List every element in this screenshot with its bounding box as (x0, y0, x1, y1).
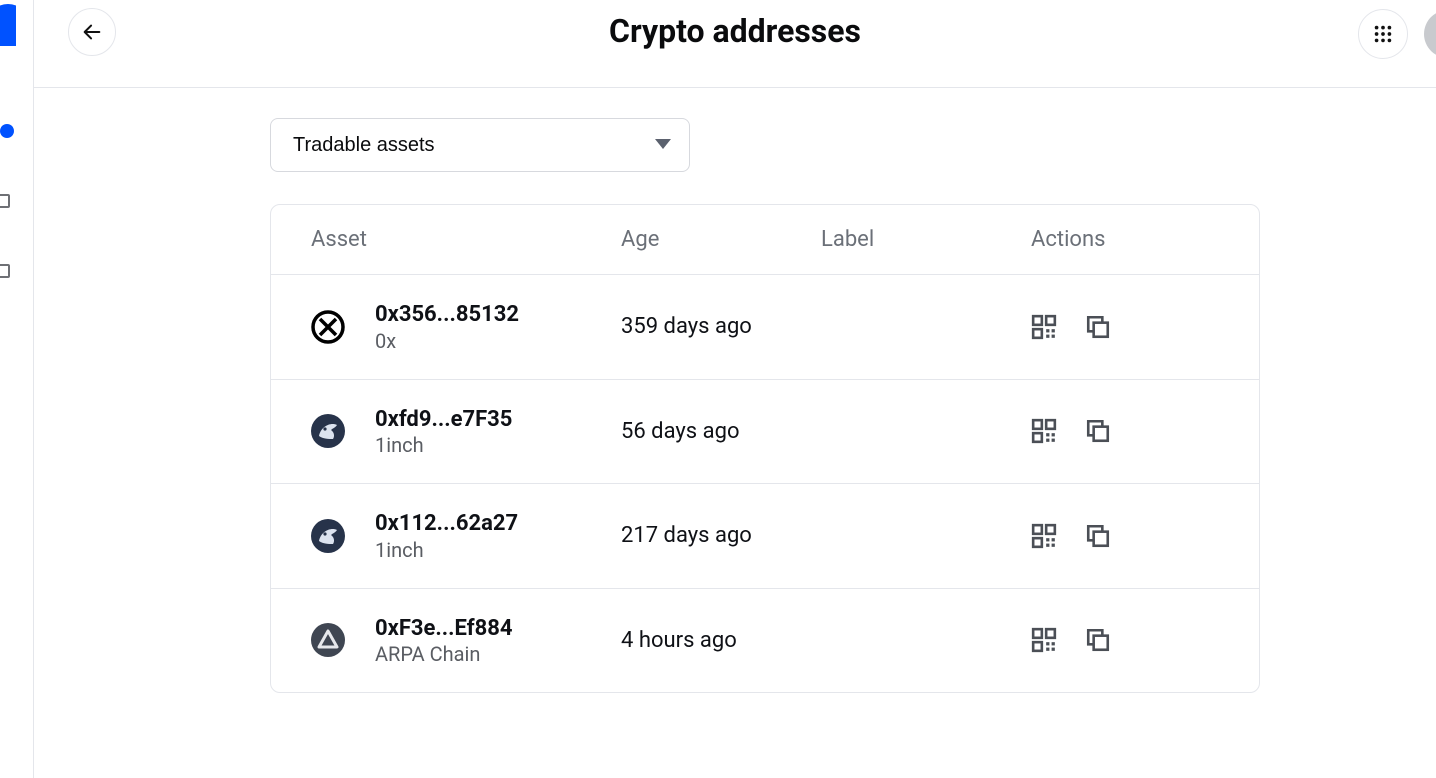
age-text: 56 days ago (621, 419, 821, 444)
age-text: 4 hours ago (621, 628, 821, 653)
coin-icon (311, 414, 345, 448)
col-age: Age (621, 227, 821, 252)
apps-menu-button[interactable] (1358, 9, 1408, 59)
qr-code-icon (1031, 314, 1057, 340)
coin-name: 0x (375, 329, 621, 353)
brand-logo-slice (0, 2, 16, 46)
avatar-slice[interactable] (1422, 6, 1436, 62)
address-text: 0xF3e...Ef884 (375, 615, 621, 643)
page-title: Crypto addresses (34, 12, 1436, 50)
coin-icon (311, 310, 345, 344)
nav-item[interactable] (0, 264, 10, 278)
nav-item-active[interactable] (0, 124, 14, 138)
table-header: Asset Age Label Actions (271, 205, 1259, 275)
col-label: Label (821, 227, 1031, 252)
copy-button[interactable] (1085, 627, 1111, 653)
qr-button[interactable] (1031, 314, 1057, 340)
address-text: 0x112...62a27 (375, 510, 621, 538)
copy-icon (1085, 314, 1111, 340)
table-row: 0x356...85132 0x 359 days ago (271, 275, 1259, 380)
table-row: 0x112...62a27 1inch 217 days ago (271, 484, 1259, 589)
col-actions: Actions (1031, 227, 1219, 252)
qr-code-icon (1031, 418, 1057, 444)
age-text: 217 days ago (621, 523, 821, 548)
topbar: Crypto addresses (34, 0, 1436, 88)
copy-button[interactable] (1085, 314, 1111, 340)
coin-icon (311, 623, 345, 657)
address-table: Asset Age Label Actions 0x356...85132 0x… (270, 204, 1260, 693)
col-asset: Asset (311, 227, 621, 252)
copy-icon (1085, 418, 1111, 444)
qr-button[interactable] (1031, 418, 1057, 444)
nav-item[interactable] (0, 194, 10, 208)
qr-code-icon (1031, 523, 1057, 549)
asset-filter-label: Tradable assets (293, 134, 435, 157)
copy-icon (1085, 523, 1111, 549)
copy-button[interactable] (1085, 418, 1111, 444)
address-text: 0xfd9...e7F35 (375, 406, 621, 434)
qr-button[interactable] (1031, 523, 1057, 549)
caret-down-icon (655, 139, 671, 151)
copy-button[interactable] (1085, 523, 1111, 549)
copy-icon (1085, 627, 1111, 653)
qr-code-icon (1031, 627, 1057, 653)
apps-grid-icon (1372, 23, 1394, 45)
qr-button[interactable] (1031, 627, 1057, 653)
coin-name: 1inch (375, 538, 621, 562)
address-text: 0x356...85132 (375, 301, 621, 329)
table-row: 0xF3e...Ef884 ARPA Chain 4 hours ago (271, 589, 1259, 693)
coin-name: 1inch (375, 433, 621, 457)
coin-name: ARPA Chain (375, 642, 621, 666)
side-rail (0, 0, 34, 778)
asset-filter-dropdown[interactable]: Tradable assets (270, 118, 690, 172)
coin-icon (311, 519, 345, 553)
table-row: 0xfd9...e7F35 1inch 56 days ago (271, 380, 1259, 485)
age-text: 359 days ago (621, 314, 821, 339)
